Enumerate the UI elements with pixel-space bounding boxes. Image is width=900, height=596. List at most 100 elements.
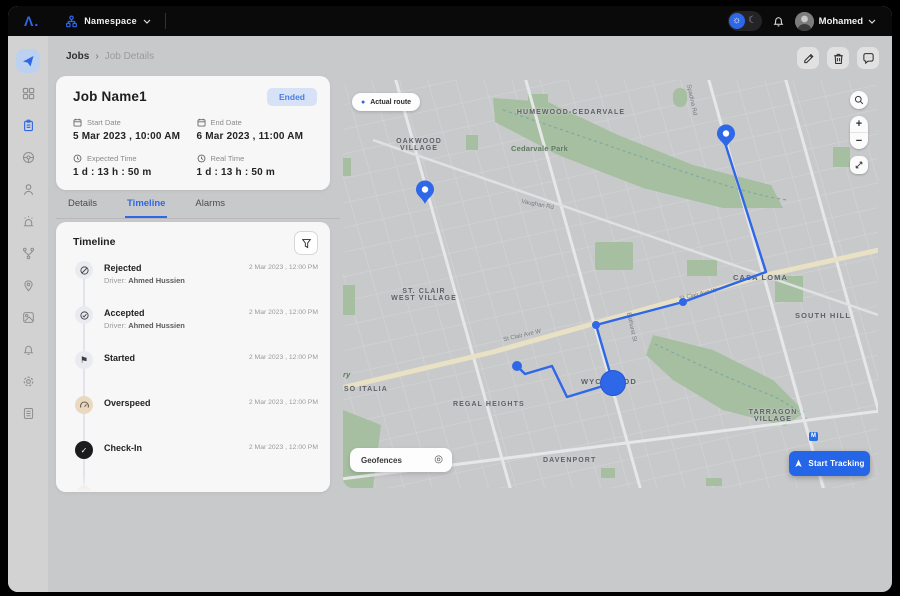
filter-button[interactable]: [294, 231, 318, 255]
sidebar-item-routes[interactable]: [16, 241, 40, 265]
topbar-divider: [165, 13, 166, 29]
tab-timeline[interactable]: Timeline: [125, 195, 167, 218]
sidebar-item-geofences[interactable]: [16, 305, 40, 329]
partial-event-icon: [75, 486, 93, 492]
route-layer: [343, 80, 878, 488]
zoom-out-button[interactable]: −: [850, 132, 868, 149]
timeline-event-checkin: ✓ Check-In 2 Mar 2023 , 12:00 PM: [56, 436, 330, 481]
check-icon: ✓: [75, 441, 93, 459]
theme-toggle[interactable]: ☼ ☾: [728, 11, 762, 31]
route-point[interactable]: [592, 321, 600, 329]
namespace-dropdown[interactable]: Namespace: [65, 15, 151, 28]
user-icon: [22, 183, 35, 196]
expand-arrows-icon: [854, 160, 864, 170]
search-icon: [854, 95, 864, 105]
sidebar-item-alarms[interactable]: [16, 209, 40, 233]
event-timestamp: 2 Mar 2023 , 12:00 PM: [249, 399, 318, 406]
zoom-in-button[interactable]: +: [850, 116, 868, 132]
fullscreen-button[interactable]: [850, 156, 868, 174]
event-title: Accepted: [104, 308, 145, 318]
clipboard-icon: [22, 119, 35, 132]
start-date-field: Start Date 5 Mar 2023 , 10:00 AM: [73, 118, 197, 142]
sidebar-item-jobs[interactable]: [16, 113, 40, 137]
timeline-event-rejected: Rejected Driver: Ahmed Hussien 2 Mar 202…: [56, 256, 330, 301]
dark-mode-icon[interactable]: ☾: [745, 13, 761, 29]
edit-button[interactable]: [797, 47, 819, 69]
image-frame-icon: [22, 311, 35, 324]
namespace-label: Namespace: [84, 16, 137, 26]
job-summary-card: Job Name1 Ended Start Date 5 Mar 2023 , …: [56, 76, 330, 190]
expected-time-field: Expected Time 1 d : 13 h : 50 m: [73, 154, 197, 178]
route-point[interactable]: [512, 361, 522, 371]
breadcrumb-jobs[interactable]: Jobs: [66, 51, 89, 62]
sidebar-item-locations[interactable]: [16, 273, 40, 297]
event-timestamp: 2 Mar 2023 , 12:00 PM: [249, 354, 318, 361]
event-timestamp: 2 Mar 2023 , 12:00 PM: [249, 444, 318, 451]
route-point[interactable]: [679, 298, 687, 306]
light-mode-icon[interactable]: ☼: [729, 13, 745, 29]
route-legend-chip: ● Actual route: [352, 93, 420, 111]
sidebar-item-settings[interactable]: [16, 369, 40, 393]
breadcrumb-separator-icon: ›: [95, 51, 98, 62]
comments-button[interactable]: [857, 47, 879, 69]
org-chart-icon: [65, 15, 78, 28]
map-search-button[interactable]: [850, 91, 868, 109]
accepted-icon: [75, 306, 93, 324]
sidebar-item-dashboard[interactable]: [16, 81, 40, 105]
route-branch-icon: [22, 247, 35, 260]
start-tracking-label: Start Tracking: [808, 459, 864, 468]
calendar-icon: [73, 118, 82, 127]
breadcrumb-current: Job Details: [105, 51, 154, 62]
timeline-event-accepted: Accepted Driver: Ahmed Hussien 2 Mar 202…: [56, 301, 330, 346]
event-title: Started: [104, 353, 135, 363]
navigation-arrow-icon: [794, 459, 803, 468]
expected-time-label: Expected Time: [87, 154, 137, 163]
tab-details[interactable]: Details: [66, 195, 99, 218]
timeline-panel: Timeline Rejected Driver: Ahmed Hussien …: [56, 222, 330, 492]
real-time-label: Real Time: [211, 154, 245, 163]
geofences-label: Geofences: [361, 456, 402, 465]
real-time-value: 1 d : 13 h : 50 m: [197, 167, 321, 178]
clock-icon: [73, 154, 82, 163]
filter-funnel-icon: [301, 238, 312, 249]
rejected-icon: [75, 261, 93, 279]
flag-icon: ⚑: [75, 351, 93, 369]
timeline-event-started: ⚑ Started 2 Mar 2023 , 12:00 PM: [56, 346, 330, 391]
timeline-panel-title: Timeline: [73, 236, 115, 248]
real-time-field: Real Time 1 d : 13 h : 50 m: [197, 154, 321, 178]
pencil-icon: [802, 52, 815, 65]
sidebar-item-tracking[interactable]: [16, 49, 40, 73]
sidebar-item-reports[interactable]: [16, 401, 40, 425]
tab-alarms[interactable]: Alarms: [193, 195, 227, 218]
sidebar-item-users[interactable]: [16, 177, 40, 201]
end-date-label: End Date: [211, 118, 242, 127]
end-date-value: 6 Mar 2023 , 11:00 AM: [197, 131, 321, 142]
start-date-value: 5 Mar 2023 , 10:00 AM: [73, 131, 197, 142]
top-bar: Λ. Namespace ☼ ☾ Mohamed: [8, 6, 892, 36]
clock-icon: [197, 154, 206, 163]
legend-dot-icon: ●: [361, 99, 365, 106]
chevron-down-icon: [143, 19, 151, 24]
notifications-bell-icon[interactable]: [772, 14, 785, 28]
status-badge: Ended: [267, 88, 317, 106]
event-driver: Driver: Ahmed Hussien: [104, 276, 185, 285]
map-canvas[interactable]: CEDARVALE HUMEWOOD-CEDARVALE OAKWOOD VIL…: [343, 80, 878, 488]
map-pin-icon: [22, 279, 35, 292]
geofences-toggle[interactable]: Geofences ◎: [350, 448, 452, 472]
map-expand-control: [850, 156, 868, 174]
chevron-down-icon: [868, 19, 876, 24]
map-zoom-control: + −: [850, 116, 868, 149]
start-tracking-button[interactable]: Start Tracking: [789, 451, 870, 476]
map-pin-start[interactable]: [416, 181, 434, 205]
timeline-event-partial: [56, 481, 330, 492]
route-current-position[interactable]: [601, 371, 626, 396]
geofence-target-icon: ◎: [434, 455, 443, 465]
trash-icon: [832, 52, 845, 65]
sidebar-item-drivers[interactable]: [16, 145, 40, 169]
user-menu[interactable]: Mohamed: [795, 12, 876, 31]
dashboard-icon: [22, 87, 35, 100]
map-pin-end[interactable]: [717, 125, 735, 149]
sidebar-item-notifications[interactable]: [16, 337, 40, 361]
job-title: Job Name1: [73, 89, 147, 104]
delete-button[interactable]: [827, 47, 849, 69]
